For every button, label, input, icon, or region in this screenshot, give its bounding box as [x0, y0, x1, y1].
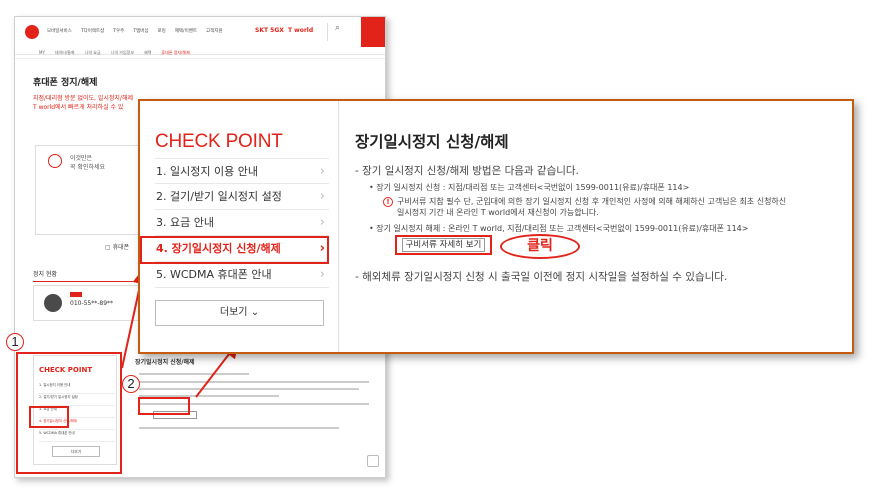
- search-icon[interactable]: ⌕: [335, 23, 340, 33]
- cp-item-usage-guide[interactable]: 1. 일시정지 이용 안내 ›: [155, 158, 329, 184]
- bg-detail-title: 장기일시정지 신청/해제: [135, 359, 195, 366]
- info-text: 이것만은: [70, 155, 93, 162]
- chevron-right-icon: ›: [319, 215, 325, 230]
- step-marker-2: 2: [122, 375, 140, 393]
- brand-5gx[interactable]: SKT 5GX: [255, 27, 284, 34]
- gnb-item[interactable]: 모바일서비스: [47, 28, 72, 34]
- zoomed-panel: CHECK POINT 1. 일시정지 이용 안내 › 2. 걸기/받기 일시정…: [138, 99, 854, 354]
- phone-number: 010-55**-89**: [70, 300, 114, 307]
- cp-item-call-suspend[interactable]: 2. 걸기/받기 일시정지 설정 ›: [155, 184, 329, 210]
- subnav-item[interactable]: 나의 요금: [85, 50, 101, 56]
- chevron-right-icon: ›: [319, 267, 325, 282]
- subnav-item-active[interactable]: 휴대폰 정지/해제: [161, 50, 189, 56]
- chevron-right-icon: ›: [319, 189, 325, 204]
- overseas-text: - 해외체류 장기일시정지 신청 시 출국일 이전에 정지 시작일을 설정하실 …: [355, 271, 728, 283]
- docs-detail-label: 구비서류 자세히 보기: [401, 238, 486, 252]
- notice-text: 일시정지 기간 내 온라인 T world에서 재신청이 가능합니다.: [397, 208, 599, 217]
- detail-content: 장기일시정지 신청/해제 - 장기 일시정지 신청/해제 방법은 다음과 같습니…: [355, 101, 845, 352]
- highlight-docs-button: [138, 397, 190, 415]
- subnav-item[interactable]: 데이터/통화: [55, 50, 75, 56]
- release-method-text: • 장기 일시정지 해제 : 온라인 T world, 지점/대리점 또는 고객…: [369, 224, 749, 233]
- info-text: 꼭 확인하세요: [70, 164, 106, 171]
- more-label: 더보기: [219, 307, 248, 318]
- bg-desc: 지점/대리점 방문 없이도, 일시정지/해제: [33, 95, 133, 102]
- gnb-item[interactable]: T멤버십: [133, 28, 148, 34]
- cp-item-fee-guide[interactable]: 3. 요금 안내 ›: [155, 210, 329, 236]
- t-logo-icon[interactable]: [25, 25, 39, 39]
- lightbulb-icon: [48, 154, 62, 168]
- bg-desc: T world에서 빠르게 처리하실 수 있: [33, 104, 124, 111]
- bg-info-box: 이것만은 꼭 확인하세요: [35, 145, 155, 235]
- cp-item-label: 3. 요금 안내: [156, 216, 214, 229]
- subnav-item[interactable]: 나의 가입정보: [111, 50, 134, 56]
- phone-label: 휴대폰: [112, 244, 130, 251]
- gnb-item[interactable]: 로밍: [158, 28, 166, 34]
- cp-item-label: 5. WCDMA 휴대폰 안내: [156, 268, 272, 281]
- bg-status-box: 010-55**-89**: [33, 285, 153, 321]
- check-point-list: 1. 일시정지 이용 안내 › 2. 걸기/받기 일시정지 설정 › 3. 요금…: [155, 158, 329, 288]
- intro-text: - 장기 일시정지 신청/해제 방법은 다음과 같습니다.: [355, 165, 579, 177]
- cp-item-label: 2. 걸기/받기 일시정지 설정: [156, 190, 282, 203]
- gnb-item[interactable]: 혜택/이벤트: [175, 28, 197, 34]
- brand-tworld[interactable]: T world: [288, 27, 313, 34]
- gnb-item[interactable]: T우주: [113, 28, 124, 34]
- gnb-item[interactable]: T다이렉트샵: [81, 28, 104, 34]
- docs-detail-button[interactable]: 구비서류 자세히 보기: [395, 235, 492, 255]
- chevron-down-icon: ⌄: [250, 307, 260, 318]
- subnav-item[interactable]: 혜택: [144, 50, 151, 56]
- bg-phone-row: ▢ 휴대폰: [105, 244, 130, 251]
- divider: [33, 281, 153, 282]
- menu-button[interactable]: [361, 17, 385, 47]
- bg-status-title: 정지 현황: [33, 271, 57, 278]
- check-point-title: CHECK POINT: [155, 131, 283, 152]
- bg-subnav: MY 데이터/통화 나의 요금 나의 가입정보 혜택 휴대폰 정지/해제: [15, 47, 385, 59]
- gnb-item[interactable]: 고객지원: [206, 28, 223, 34]
- pause-icon: [44, 294, 62, 312]
- divider: [327, 23, 328, 41]
- notice-icon: !: [383, 197, 393, 207]
- step-marker-1: 1: [6, 333, 24, 351]
- notice-text: 구비서류 지참 필수 단, 군입대에 의한 장기 일시정지 신청 후 개인적인 …: [397, 197, 787, 206]
- subnav-item[interactable]: MY: [39, 50, 45, 56]
- click-callout: 클릭: [500, 234, 580, 259]
- check-point-sidebar: CHECK POINT 1. 일시정지 이용 안내 › 2. 걸기/받기 일시정…: [140, 101, 338, 352]
- more-button[interactable]: 더보기 ⌄: [155, 300, 324, 326]
- scroll-top-icon[interactable]: [367, 455, 379, 467]
- bg-gnb: 모바일서비스 T다이렉트샵 T우주 T멤버십 로밍 혜택/이벤트 고객지원: [47, 28, 223, 34]
- divider: [338, 101, 339, 352]
- highlight-active-item: [140, 236, 329, 264]
- highlight-cp-item: [29, 406, 69, 428]
- cp-item-label: 1. 일시정지 이용 안내: [156, 165, 258, 178]
- cp-item-wcdma-guide[interactable]: 5. WCDMA 휴대폰 안내 ›: [155, 262, 329, 288]
- bg-page-title: 휴대폰 정지/해제: [33, 78, 98, 88]
- status-badge: [70, 292, 82, 297]
- section-title: 장기일시정지 신청/해제: [355, 133, 509, 151]
- chevron-right-icon: ›: [319, 164, 325, 179]
- apply-method-text: • 장기 일시정지 신청 : 지점/대리점 또는 고객센터<국번없이 1599-…: [369, 183, 690, 192]
